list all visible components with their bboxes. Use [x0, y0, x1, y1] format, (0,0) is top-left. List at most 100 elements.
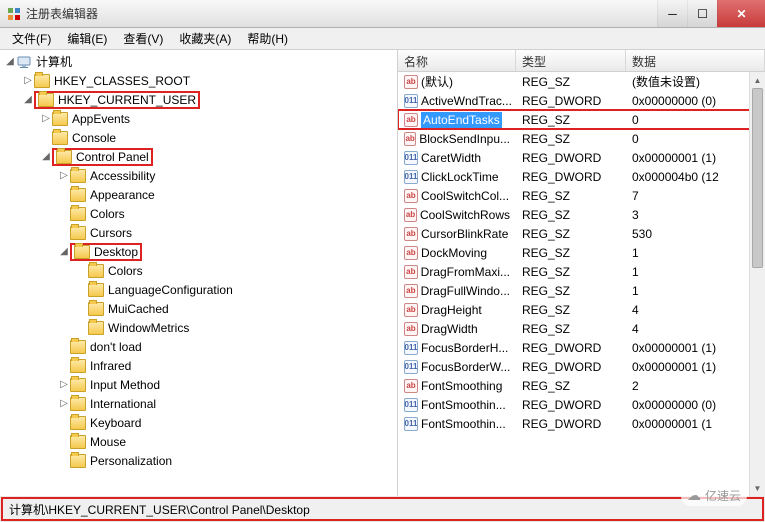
- folder-icon: [70, 359, 86, 373]
- cell-name: abDragFullWindo...: [398, 284, 516, 298]
- tree-label: HKEY_CLASSES_ROOT: [54, 74, 190, 88]
- cell-name: 011FontSmoothin...: [398, 398, 516, 412]
- tree-item[interactable]: Colors: [0, 204, 397, 223]
- scrollbar-vertical[interactable]: ▲ ▼: [749, 72, 765, 496]
- computer-icon: [16, 55, 32, 69]
- tree-item[interactable]: Colors: [0, 261, 397, 280]
- menu-help[interactable]: 帮助(H): [239, 28, 296, 49]
- list-row[interactable]: 011FontSmoothin...REG_DWORD0x00000001 (1: [398, 414, 765, 433]
- list-row[interactable]: abAutoEndTasksREG_SZ0: [398, 110, 765, 129]
- list-row[interactable]: abCoolSwitchCol...REG_SZ7: [398, 186, 765, 205]
- tree-item[interactable]: Console: [0, 128, 397, 147]
- expander-icon[interactable]: ▷: [40, 113, 52, 124]
- menu-favorites[interactable]: 收藏夹(A): [171, 28, 239, 49]
- expander-icon[interactable]: ▷: [58, 398, 70, 409]
- cell-data: 0x00000001 (1): [626, 151, 765, 165]
- tree-item[interactable]: ▷Accessibility: [0, 166, 397, 185]
- list-row[interactable]: abDragHeightREG_SZ4: [398, 300, 765, 319]
- menu-edit[interactable]: 编辑(E): [59, 28, 115, 49]
- expander-icon[interactable]: ◢: [40, 151, 52, 162]
- scroll-thumb[interactable]: [752, 88, 763, 268]
- minimize-button[interactable]: ─: [657, 0, 687, 27]
- tree-label: Colors: [90, 207, 125, 221]
- tree-item[interactable]: ▷ HKEY_CLASSES_ROOT: [0, 71, 397, 90]
- tree-item[interactable]: ◢Desktop: [0, 242, 397, 261]
- tree-item[interactable]: LanguageConfiguration: [0, 280, 397, 299]
- value-name: ActiveWndTrac...: [421, 94, 512, 108]
- binary-value-icon: 011: [404, 151, 418, 165]
- col-name[interactable]: 名称: [398, 50, 516, 71]
- highlight-box: HKEY_CURRENT_USER: [34, 91, 200, 109]
- cell-name: abDragHeight: [398, 303, 516, 317]
- value-name: FontSmoothing: [421, 379, 502, 393]
- tree-label: Console: [72, 131, 116, 145]
- list-row[interactable]: abFontSmoothingREG_SZ2: [398, 376, 765, 395]
- tree-item[interactable]: WindowMetrics: [0, 318, 397, 337]
- scroll-up-icon[interactable]: ▲: [750, 72, 765, 88]
- cell-type: REG_SZ: [516, 75, 626, 89]
- maximize-button[interactable]: ☐: [687, 0, 717, 27]
- list-row[interactable]: abDragWidthREG_SZ4: [398, 319, 765, 338]
- list-row[interactable]: 011ClickLockTimeREG_DWORD0x000004b0 (12: [398, 167, 765, 186]
- list-row[interactable]: 011ActiveWndTrac...REG_DWORD0x00000000 (…: [398, 91, 765, 110]
- list-row[interactable]: 011FocusBorderW...REG_DWORD0x00000001 (1…: [398, 357, 765, 376]
- tree-item[interactable]: don't load: [0, 337, 397, 356]
- list-body[interactable]: ab(默认)REG_SZ(数值未设置)011ActiveWndTrac...RE…: [398, 72, 765, 433]
- col-data[interactable]: 数据: [626, 50, 765, 71]
- cell-name: ab(默认): [398, 73, 516, 90]
- list-row[interactable]: abCoolSwitchRowsREG_SZ3: [398, 205, 765, 224]
- tree-item[interactable]: Mouse: [0, 432, 397, 451]
- tree-item[interactable]: ▷AppEvents: [0, 109, 397, 128]
- tree-item[interactable]: Infrared: [0, 356, 397, 375]
- expander-icon[interactable]: ▷: [58, 379, 70, 390]
- list-row[interactable]: abDragFromMaxi...REG_SZ1: [398, 262, 765, 281]
- folder-icon: [88, 321, 104, 335]
- expander-icon[interactable]: ◢: [58, 246, 70, 257]
- tree-item[interactable]: MuiCached: [0, 299, 397, 318]
- tree-panel[interactable]: ◢ 计算机 ▷HKEY_CLASSES_ROOT◢HKEY_CURRENT_US…: [0, 50, 398, 496]
- tree-root[interactable]: ◢ 计算机: [0, 52, 397, 71]
- tree-item[interactable]: Cursors: [0, 223, 397, 242]
- list-row[interactable]: abBlockSendInpu...REG_SZ0: [398, 129, 765, 148]
- expander-icon[interactable]: ◢: [22, 94, 34, 105]
- folder-icon: [70, 340, 86, 354]
- list-row[interactable]: 011CaretWidthREG_DWORD0x00000001 (1): [398, 148, 765, 167]
- window-title: 注册表编辑器: [26, 5, 657, 22]
- binary-value-icon: 011: [404, 94, 418, 108]
- cell-type: REG_DWORD: [516, 151, 626, 165]
- value-name: CursorBlinkRate: [421, 227, 508, 241]
- tree-label: Keyboard: [90, 416, 141, 430]
- list-row[interactable]: 011FontSmoothin...REG_DWORD0x00000000 (0…: [398, 395, 765, 414]
- tree-item[interactable]: ◢Control Panel: [0, 147, 397, 166]
- tree-item[interactable]: ▷Input Method: [0, 375, 397, 394]
- tree-item[interactable]: ▷ International: [0, 394, 397, 413]
- tree-label: LanguageConfiguration: [108, 283, 233, 297]
- close-button[interactable]: ✕: [717, 0, 765, 27]
- tree-item[interactable]: ◢HKEY_CURRENT_USER: [0, 90, 397, 109]
- tree-item[interactable]: Appearance: [0, 185, 397, 204]
- cell-data: 0: [626, 132, 765, 146]
- status-path: 计算机\HKEY_CURRENT_USER\Control Panel\Desk…: [9, 501, 310, 518]
- content: ◢ 计算机 ▷HKEY_CLASSES_ROOT◢HKEY_CURRENT_US…: [0, 50, 765, 496]
- list-row[interactable]: abDockMovingREG_SZ1: [398, 243, 765, 262]
- tree-label: Mouse: [90, 435, 126, 449]
- tree-label: International: [90, 397, 156, 411]
- list-row[interactable]: abDragFullWindo...REG_SZ1: [398, 281, 765, 300]
- expander-icon[interactable]: ◢: [4, 56, 16, 67]
- cell-name: abDragWidth: [398, 322, 516, 336]
- value-name: FocusBorderW...: [421, 360, 510, 374]
- list-row[interactable]: ab(默认)REG_SZ(数值未设置): [398, 72, 765, 91]
- expander-icon[interactable]: ▷: [22, 75, 34, 86]
- expander-icon[interactable]: ▷: [58, 170, 70, 181]
- list-row[interactable]: 011FocusBorderH...REG_DWORD0x00000001 (1…: [398, 338, 765, 357]
- cell-name: abCursorBlinkRate: [398, 227, 516, 241]
- list-row[interactable]: abCursorBlinkRateREG_SZ530: [398, 224, 765, 243]
- menu-file[interactable]: 文件(F): [4, 28, 59, 49]
- value-name: DragFromMaxi...: [421, 265, 510, 279]
- cell-name: 011FontSmoothin...: [398, 417, 516, 431]
- col-type[interactable]: 类型: [516, 50, 626, 71]
- menu-view[interactable]: 查看(V): [115, 28, 171, 49]
- scroll-down-icon[interactable]: ▼: [750, 480, 765, 496]
- tree-item[interactable]: Keyboard: [0, 413, 397, 432]
- tree-item[interactable]: Personalization: [0, 451, 397, 470]
